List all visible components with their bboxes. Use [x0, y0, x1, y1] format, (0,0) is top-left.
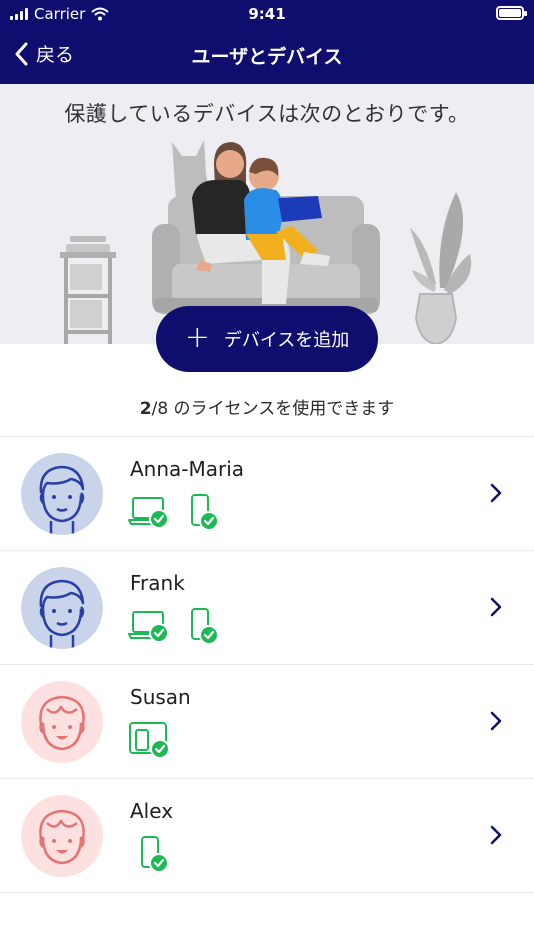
user-row-frank[interactable]: Frank [0, 551, 534, 665]
license-total: /8 [151, 399, 169, 419]
phone-check-icon [191, 494, 219, 531]
male-face-icon [21, 567, 103, 649]
device-list [128, 607, 222, 645]
device-list [128, 721, 172, 759]
user-row-susan[interactable]: Susan [0, 665, 534, 779]
device-list [136, 835, 172, 873]
user-row-alex[interactable]: Alex [0, 779, 534, 893]
child-face-icon [21, 795, 103, 877]
navigation-bar: 戻る ユーザとデバイス [0, 34, 534, 76]
user-name: Alex [130, 799, 174, 823]
phone-check-icon [141, 836, 169, 873]
user-list: Anna-Maria Frank Susan Alex [0, 436, 534, 893]
laptop-check-icon [128, 611, 169, 643]
plus-icon: + [184, 319, 210, 355]
chevron-right-icon [490, 825, 502, 845]
avatar [21, 567, 103, 649]
add-device-button[interactable]: + デバイスを追加 [156, 306, 378, 372]
status-time: 9:41 [248, 5, 286, 23]
chevron-right-icon [490, 597, 502, 617]
laptop-check-icon [128, 497, 169, 529]
user-name: Susan [130, 685, 191, 709]
avatar [21, 681, 103, 763]
avatar [21, 795, 103, 877]
plant-icon [410, 192, 472, 344]
user-row-anna-maria[interactable]: Anna-Maria [0, 437, 534, 551]
license-used: 2 [139, 399, 152, 419]
tablet-check-icon [129, 722, 170, 759]
hero-illustration: 保護しているデバイスは次のとおりです。 [0, 84, 534, 344]
chevron-right-icon [490, 711, 502, 731]
shelf-icon [60, 236, 116, 344]
chevron-right-icon [490, 483, 502, 503]
child-face-icon [21, 681, 103, 763]
hero-headline: 保護しているデバイスは次のとおりです。 [64, 102, 470, 126]
page-title: ユーザとデバイス [191, 46, 343, 68]
add-device-label: デバイスを追加 [223, 330, 350, 351]
avatar [21, 453, 103, 535]
battery-icon [496, 6, 527, 20]
top-bar: Carrier 9:41 戻る ユーザとデバイス [0, 0, 534, 84]
user-name: Frank [130, 571, 185, 595]
license-suffix: のライセンスを使用できます [168, 399, 395, 419]
male-face-icon [21, 453, 103, 535]
phone-check-icon [191, 608, 219, 645]
tablet-device-icon [278, 196, 322, 222]
license-info: 2/8 のライセンスを使用できます [0, 394, 534, 419]
status-bar: Carrier 9:41 [0, 0, 534, 30]
device-list [128, 493, 222, 531]
user-name: Anna-Maria [130, 457, 245, 481]
